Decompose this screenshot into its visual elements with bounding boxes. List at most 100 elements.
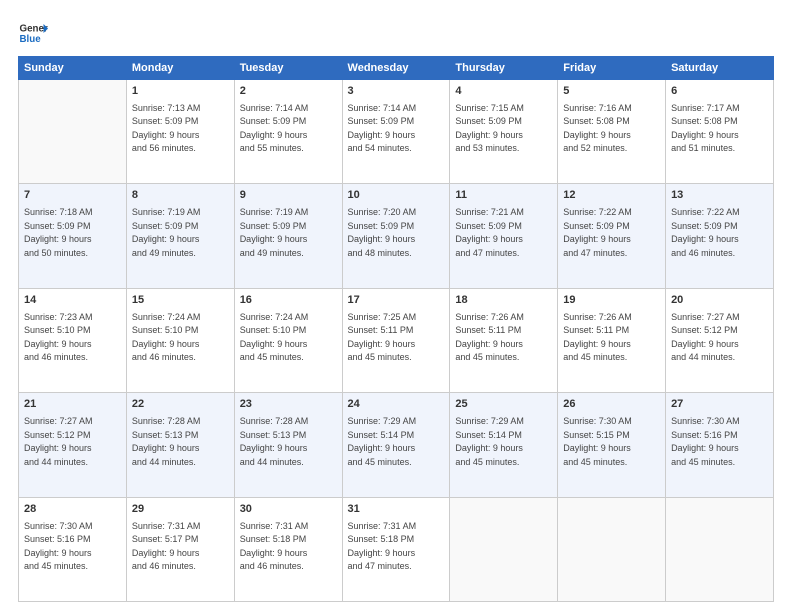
calendar-cell: 9Sunrise: 7:19 AMSunset: 5:09 PMDaylight… <box>234 184 342 288</box>
calendar-cell: 23Sunrise: 7:28 AMSunset: 5:13 PMDayligh… <box>234 393 342 497</box>
day-number: 3 <box>348 84 445 100</box>
day-info: Sunrise: 7:16 AMSunset: 5:08 PMDaylight:… <box>563 102 660 156</box>
day-info: Sunrise: 7:19 AMSunset: 5:09 PMDaylight:… <box>240 206 337 260</box>
day-header-wednesday: Wednesday <box>342 57 450 80</box>
day-number: 4 <box>455 84 552 100</box>
day-number: 25 <box>455 397 552 413</box>
day-number: 30 <box>240 502 337 518</box>
day-info: Sunrise: 7:21 AMSunset: 5:09 PMDaylight:… <box>455 206 552 260</box>
day-info: Sunrise: 7:26 AMSunset: 5:11 PMDaylight:… <box>455 311 552 365</box>
header: General Blue <box>18 18 774 48</box>
day-info: Sunrise: 7:19 AMSunset: 5:09 PMDaylight:… <box>132 206 229 260</box>
day-number: 20 <box>671 293 768 309</box>
day-number: 10 <box>348 188 445 204</box>
calendar-cell: 26 Sunrise: 7:30 AMSunset: 5:15 PMDayligh… <box>558 393 666 497</box>
day-header-tuesday: Tuesday <box>234 57 342 80</box>
calendar-cell: 19Sunrise: 7:26 AMSunset: 5:11 PMDayligh… <box>558 288 666 392</box>
day-info: Sunrise: 7:14 AMSunset: 5:09 PMDaylight:… <box>240 102 337 156</box>
day-info: Sunrise: 7:14 AMSunset: 5:09 PMDaylight:… <box>348 102 445 156</box>
day-number: 13 <box>671 188 768 204</box>
day-number: 7 <box>24 188 121 204</box>
calendar-cell: 5 Sunrise: 7:16 AMSunset: 5:08 PMDaylight… <box>558 80 666 184</box>
calendar-cell <box>19 80 127 184</box>
calendar-week-1: 1 Sunrise: 7:13 AMSunset: 5:09 PMDaylight… <box>19 80 774 184</box>
day-number: 12 <box>563 188 660 204</box>
day-number: 23 <box>240 397 337 413</box>
calendar-cell: 8 Sunrise: 7:19 AMSunset: 5:09 PMDaylight… <box>126 184 234 288</box>
logo: General Blue <box>18 18 48 48</box>
calendar-cell: 24 Sunrise: 7:29 AMSunset: 5:14 PMDayligh… <box>342 393 450 497</box>
calendar: SundayMondayTuesdayWednesdayThursdayFrid… <box>18 56 774 602</box>
calendar-cell: 30 Sunrise: 7:31 AMSunset: 5:18 PMDayligh… <box>234 497 342 601</box>
calendar-week-4: 21Sunrise: 7:27 AMSunset: 5:12 PMDayligh… <box>19 393 774 497</box>
day-number: 29 <box>132 502 229 518</box>
day-info: Sunrise: 7:27 AMSunset: 5:12 PMDaylight:… <box>24 415 121 469</box>
day-number: 8 <box>132 188 229 204</box>
day-number: 24 <box>348 397 445 413</box>
calendar-week-2: 7Sunrise: 7:18 AMSunset: 5:09 PMDaylight… <box>19 184 774 288</box>
day-info: Sunrise: 7:30 AMSunset: 5:16 PMDaylight:… <box>24 520 121 574</box>
day-number: 22 <box>132 397 229 413</box>
day-info: Sunrise: 7:24 AMSunset: 5:10 PMDaylight:… <box>240 311 337 365</box>
day-info: Sunrise: 7:29 AMSunset: 5:14 PMDaylight:… <box>455 415 552 469</box>
calendar-cell: 14Sunrise: 7:23 AMSunset: 5:10 PMDayligh… <box>19 288 127 392</box>
day-number: 19 <box>563 293 660 309</box>
day-number: 27 <box>671 397 768 413</box>
calendar-cell <box>666 497 774 601</box>
day-number: 5 <box>563 84 660 100</box>
page: General Blue SundayMondayTuesdayWednesda… <box>0 0 792 612</box>
day-info: Sunrise: 7:17 AMSunset: 5:08 PMDaylight:… <box>671 102 768 156</box>
calendar-cell: 12 Sunrise: 7:22 AMSunset: 5:09 PMDayligh… <box>558 184 666 288</box>
day-info: Sunrise: 7:13 AMSunset: 5:09 PMDaylight:… <box>132 102 229 156</box>
calendar-cell: 7Sunrise: 7:18 AMSunset: 5:09 PMDaylight… <box>19 184 127 288</box>
calendar-week-3: 14Sunrise: 7:23 AMSunset: 5:10 PMDayligh… <box>19 288 774 392</box>
calendar-cell: 31 Sunrise: 7:31 AMSunset: 5:18 PMDayligh… <box>342 497 450 601</box>
day-info: Sunrise: 7:20 AMSunset: 5:09 PMDaylight:… <box>348 206 445 260</box>
day-number: 15 <box>132 293 229 309</box>
day-number: 17 <box>348 293 445 309</box>
day-info: Sunrise: 7:25 AMSunset: 5:11 PMDaylight:… <box>348 311 445 365</box>
day-number: 26 <box>563 397 660 413</box>
calendar-cell: 1 Sunrise: 7:13 AMSunset: 5:09 PMDaylight… <box>126 80 234 184</box>
day-number: 1 <box>132 84 229 100</box>
day-info: Sunrise: 7:31 AMSunset: 5:17 PMDaylight:… <box>132 520 229 574</box>
day-header-thursday: Thursday <box>450 57 558 80</box>
day-info: Sunrise: 7:31 AMSunset: 5:18 PMDaylight:… <box>348 520 445 574</box>
calendar-cell <box>450 497 558 601</box>
calendar-cell: 17 Sunrise: 7:25 AMSunset: 5:11 PMDayligh… <box>342 288 450 392</box>
calendar-week-5: 28 Sunrise: 7:30 AMSunset: 5:16 PMDayligh… <box>19 497 774 601</box>
day-header-friday: Friday <box>558 57 666 80</box>
day-number: 6 <box>671 84 768 100</box>
calendar-cell: 29 Sunrise: 7:31 AMSunset: 5:17 PMDayligh… <box>126 497 234 601</box>
calendar-cell: 16 Sunrise: 7:24 AMSunset: 5:10 PMDayligh… <box>234 288 342 392</box>
calendar-cell: 3 Sunrise: 7:14 AMSunset: 5:09 PMDaylight… <box>342 80 450 184</box>
day-info: Sunrise: 7:22 AMSunset: 5:09 PMDaylight:… <box>671 206 768 260</box>
day-info: Sunrise: 7:28 AMSunset: 5:13 PMDaylight:… <box>132 415 229 469</box>
calendar-cell: 27 Sunrise: 7:30 AMSunset: 5:16 PMDayligh… <box>666 393 774 497</box>
svg-text:Blue: Blue <box>20 34 42 45</box>
day-header-saturday: Saturday <box>666 57 774 80</box>
day-info: Sunrise: 7:23 AMSunset: 5:10 PMDaylight:… <box>24 311 121 365</box>
day-number: 2 <box>240 84 337 100</box>
day-number: 28 <box>24 502 121 518</box>
calendar-header-row: SundayMondayTuesdayWednesdayThursdayFrid… <box>19 57 774 80</box>
day-header-monday: Monday <box>126 57 234 80</box>
calendar-cell: 13 Sunrise: 7:22 AMSunset: 5:09 PMDayligh… <box>666 184 774 288</box>
day-info: Sunrise: 7:29 AMSunset: 5:14 PMDaylight:… <box>348 415 445 469</box>
calendar-cell: 6 Sunrise: 7:17 AMSunset: 5:08 PMDaylight… <box>666 80 774 184</box>
calendar-cell: 4 Sunrise: 7:15 AMSunset: 5:09 PMDaylight… <box>450 80 558 184</box>
day-number: 31 <box>348 502 445 518</box>
day-info: Sunrise: 7:15 AMSunset: 5:09 PMDaylight:… <box>455 102 552 156</box>
day-number: 16 <box>240 293 337 309</box>
day-info: Sunrise: 7:30 AMSunset: 5:16 PMDaylight:… <box>671 415 768 469</box>
day-info: Sunrise: 7:30 AMSunset: 5:15 PMDaylight:… <box>563 415 660 469</box>
logo-icon: General Blue <box>18 18 48 48</box>
day-info: Sunrise: 7:27 AMSunset: 5:12 PMDaylight:… <box>671 311 768 365</box>
day-info: Sunrise: 7:31 AMSunset: 5:18 PMDaylight:… <box>240 520 337 574</box>
day-info: Sunrise: 7:24 AMSunset: 5:10 PMDaylight:… <box>132 311 229 365</box>
day-info: Sunrise: 7:22 AMSunset: 5:09 PMDaylight:… <box>563 206 660 260</box>
day-number: 18 <box>455 293 552 309</box>
calendar-cell: 20 Sunrise: 7:27 AMSunset: 5:12 PMDayligh… <box>666 288 774 392</box>
day-number: 11 <box>455 188 552 204</box>
calendar-cell: 25 Sunrise: 7:29 AMSunset: 5:14 PMDayligh… <box>450 393 558 497</box>
